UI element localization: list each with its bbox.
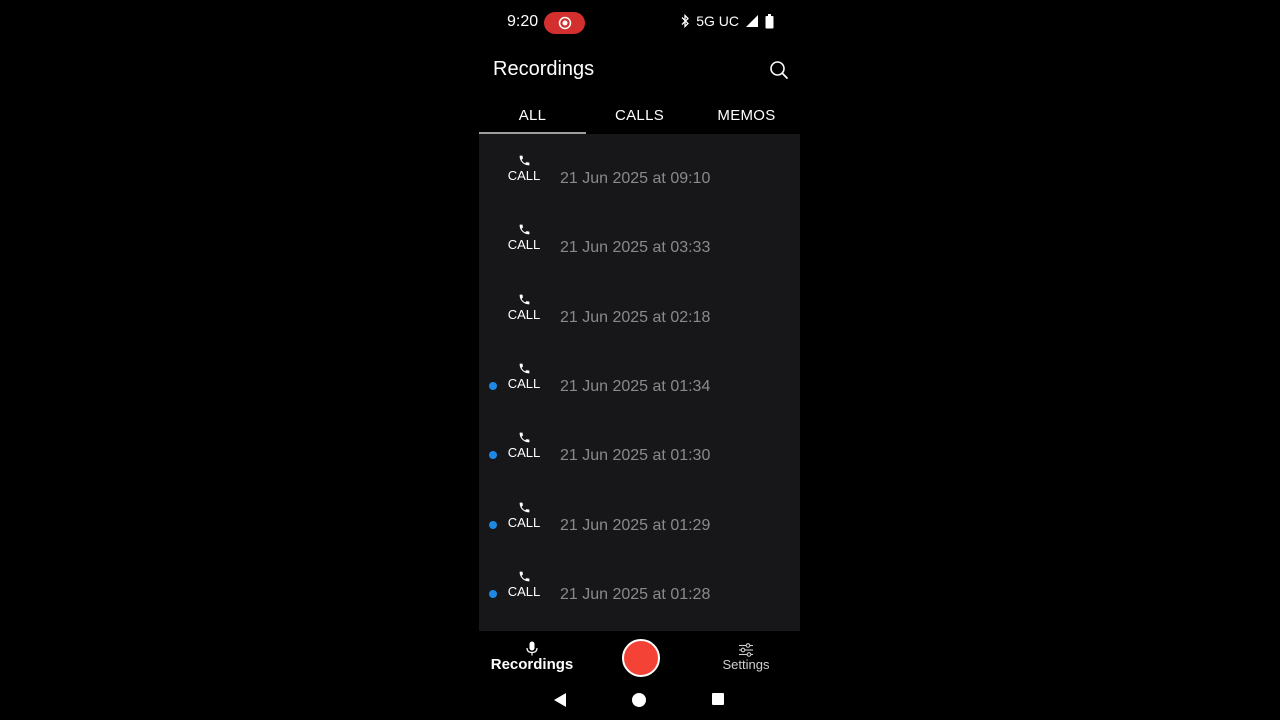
microphone-icon bbox=[526, 641, 538, 656]
phone-icon bbox=[519, 571, 529, 582]
recording-type: CALL bbox=[504, 431, 544, 460]
search-icon bbox=[770, 61, 788, 79]
unread-indicator bbox=[489, 382, 497, 390]
recording-row[interactable]: CALL 21 Jun 2025 at 02:18 bbox=[479, 276, 800, 345]
recording-type-label: CALL bbox=[507, 584, 541, 599]
recording-row[interactable]: CALL 21 Jun 2025 at 03:33 bbox=[479, 206, 800, 275]
recording-date: 21 Jun 2025 at 09:10 bbox=[560, 170, 711, 187]
phone-icon bbox=[519, 502, 529, 513]
screen-record-icon bbox=[558, 16, 571, 30]
unread-indicator bbox=[489, 451, 497, 459]
recording-type: CALL bbox=[504, 501, 544, 530]
status-bar: 9:20 5G UC bbox=[479, 0, 800, 44]
search-button[interactable] bbox=[767, 58, 791, 82]
page-title: Recordings bbox=[493, 58, 595, 80]
recording-date: 21 Jun 2025 at 02:18 bbox=[560, 309, 711, 326]
record-button[interactable] bbox=[622, 639, 660, 677]
phone-icon bbox=[519, 155, 529, 166]
recording-type-label: CALL bbox=[507, 515, 541, 530]
network-type: 5G UC bbox=[696, 13, 739, 29]
recents-icon[interactable] bbox=[712, 693, 724, 705]
nav-settings[interactable]: Settings bbox=[709, 643, 783, 672]
phone-icon bbox=[519, 224, 529, 235]
phone-screen: 9:20 5G UC Recordings ALL CALLS MEMOS CA… bbox=[479, 0, 800, 720]
signal-icon bbox=[746, 15, 758, 27]
recording-date: 21 Jun 2025 at 01:34 bbox=[560, 378, 711, 395]
recording-row[interactable]: CALL 21 Jun 2025 at 01:28 bbox=[479, 553, 800, 622]
nav-recordings[interactable]: Recordings bbox=[487, 641, 577, 673]
phone-icon bbox=[519, 432, 529, 443]
recording-date: 21 Jun 2025 at 01:29 bbox=[560, 517, 711, 534]
recording-row[interactable]: CALL 21 Jun 2025 at 09:10 bbox=[479, 137, 800, 206]
recording-row[interactable]: CALL 21 Jun 2025 at 01:30 bbox=[479, 414, 800, 483]
nav-settings-label: Settings bbox=[722, 657, 770, 672]
tab-memos[interactable]: MEMOS bbox=[693, 96, 800, 134]
system-navigation bbox=[479, 681, 800, 720]
bluetooth-icon bbox=[681, 14, 690, 28]
recording-type-label: CALL bbox=[507, 237, 541, 252]
tab-bar: ALL CALLS MEMOS bbox=[479, 96, 800, 134]
recording-type-label: CALL bbox=[507, 445, 541, 460]
nav-recordings-label: Recordings bbox=[490, 656, 574, 673]
recording-date: 21 Jun 2025 at 03:33 bbox=[560, 239, 711, 256]
tab-calls[interactable]: CALLS bbox=[586, 96, 693, 134]
bottom-navigation: Recordings Settings bbox=[479, 631, 800, 681]
sliders-icon bbox=[739, 643, 753, 657]
phone-icon bbox=[519, 363, 529, 374]
phone-icon bbox=[519, 294, 529, 305]
recording-type-label: CALL bbox=[507, 376, 541, 391]
tab-all[interactable]: ALL bbox=[479, 96, 586, 134]
recording-type: CALL bbox=[504, 293, 544, 322]
battery-icon bbox=[765, 13, 774, 28]
recording-type: CALL bbox=[504, 362, 544, 391]
recordings-list[interactable]: CALL 21 Jun 2025 at 09:10 CALL 21 Jun 2025 … bbox=[479, 134, 800, 631]
recording-type: CALL bbox=[504, 570, 544, 599]
recording-row[interactable]: CALL 21 Jun 2025 at 01:34 bbox=[479, 345, 800, 414]
unread-indicator bbox=[489, 521, 497, 529]
recording-type-label: CALL bbox=[507, 168, 541, 183]
recording-type: CALL bbox=[504, 223, 544, 252]
recording-type: CALL bbox=[504, 154, 544, 183]
back-icon[interactable] bbox=[553, 692, 567, 708]
screen-recording-indicator[interactable] bbox=[544, 12, 585, 34]
recording-row[interactable]: CALL 21 Jun 2025 at 01:29 bbox=[479, 484, 800, 553]
home-icon[interactable] bbox=[632, 693, 646, 707]
recording-date: 21 Jun 2025 at 01:30 bbox=[560, 447, 711, 464]
status-time: 9:20 bbox=[507, 13, 539, 30]
recording-date: 21 Jun 2025 at 01:28 bbox=[560, 586, 711, 603]
recording-type-label: CALL bbox=[507, 307, 541, 322]
unread-indicator bbox=[489, 590, 497, 598]
status-icons: 5G UC bbox=[680, 13, 774, 29]
